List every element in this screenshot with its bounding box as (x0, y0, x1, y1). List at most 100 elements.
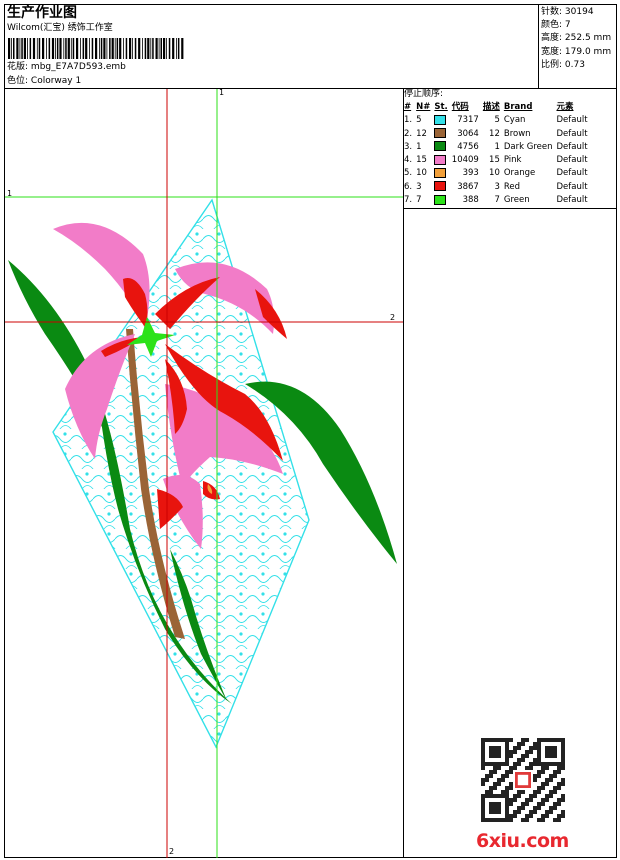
col-description: 描述 (482, 102, 500, 112)
horizontal-guide-red-label: 2 (390, 313, 396, 322)
stat-width: 宽度: 179.0 mm (541, 46, 612, 57)
row-brand: Default (556, 128, 588, 139)
row-swatch (432, 167, 449, 180)
row-code: 10 (489, 168, 500, 179)
stats-divider (538, 4, 539, 88)
row-code: 3 (494, 181, 500, 192)
row-stitches: 4756 (457, 141, 479, 152)
table-row: 7. 7 388 7 Green Default (402, 194, 594, 207)
table-row: 4. 15 10409 15 Pink Default (402, 154, 594, 167)
row-code: 1 (494, 141, 500, 152)
row-order: 7. (404, 195, 413, 206)
row-brand: Default (556, 195, 588, 206)
design-file-name: mbg_E7A7D593.emb (30, 62, 126, 72)
stop-sequence-table: # N# St. 代码 描述 Brand 元素 1. 5 7317 5 Cyan Defa… (402, 101, 594, 207)
row-needle: 3 (416, 181, 422, 192)
row-swatch (432, 194, 449, 207)
row-code: 7 (494, 195, 500, 206)
row-brand: Default (556, 168, 588, 179)
legend-bottom-divider (403, 208, 617, 209)
table-row: 3. 1 4756 1 Dark Green Default (402, 141, 594, 154)
row-swatch (432, 181, 449, 194)
row-code: 12 (489, 128, 500, 139)
table-header-row: # N# St. 代码 描述 Brand 元素 (402, 101, 594, 114)
row-element (590, 114, 594, 127)
row-description: Red (503, 181, 521, 192)
row-code: 5 (494, 115, 500, 126)
colorway-row: 色位: Colorway 1 (7, 77, 81, 86)
col-element: 元素 (556, 102, 574, 112)
row-brand: Default (556, 115, 588, 126)
row-order: 6. (404, 181, 413, 192)
row-description: Pink (503, 155, 522, 166)
software-subtitle: Wilcom(汇宝) 绣饰工作室 (7, 23, 113, 33)
row-order: 4. (404, 155, 413, 166)
color-swatch (434, 181, 447, 192)
col-needle: N# (416, 102, 431, 112)
page-title: 生产作业图 (7, 5, 77, 21)
row-swatch (432, 128, 449, 141)
row-stitches: 10409 (451, 155, 479, 166)
design-file-row: 花版: mbg_E7A7D593.emb (7, 63, 126, 72)
col-code: 代码 (451, 102, 469, 112)
embroidery-design (5, 89, 403, 858)
qr-code (481, 738, 565, 822)
watermark-logo: 6xiu.com (476, 830, 569, 852)
stop-sequence-title: 停止顺序: (404, 89, 444, 99)
stat-colors: 颜色: 7 (541, 20, 571, 31)
row-brand: Default (556, 155, 588, 166)
row-brand: Default (556, 181, 588, 192)
design-file-label: 花版: (7, 62, 29, 72)
row-element (590, 194, 594, 207)
row-description: Dark Green (503, 141, 553, 152)
stat-height: 高度: 252.5 mm (541, 33, 612, 44)
table-row: 6. 3 3867 3 Red Default (402, 181, 594, 194)
stat-scale: 比例: 0.73 (541, 59, 585, 70)
row-order: 3. (404, 141, 413, 152)
row-stitches: 7317 (457, 115, 479, 126)
row-element (590, 181, 594, 194)
row-needle: 7 (416, 195, 422, 206)
vertical-guide-red-label: 2 (169, 847, 175, 856)
stat-stitches: 针数: 30194 (541, 7, 594, 17)
row-needle: 10 (416, 168, 427, 179)
col-stitches: St. (434, 102, 448, 112)
col-brand: Brand (503, 102, 533, 112)
vertical-guide-green-label: 1 (219, 88, 225, 97)
row-element (590, 154, 594, 167)
row-stitches: 3867 (457, 181, 479, 192)
row-element (590, 141, 594, 154)
row-element (590, 128, 594, 141)
row-element (590, 167, 594, 180)
row-needle: 5 (416, 115, 422, 126)
row-order: 5. (404, 168, 413, 179)
row-description: Cyan (503, 115, 526, 126)
row-description: Brown (503, 128, 531, 139)
row-needle: 12 (416, 128, 427, 139)
row-stitches: 3064 (457, 128, 479, 139)
table-row: 5. 10 393 10 Orange Default (402, 167, 594, 180)
color-swatch (434, 194, 447, 205)
row-order: 1. (404, 115, 413, 126)
color-swatch (434, 154, 447, 165)
row-swatch (432, 141, 449, 154)
colorway-name: Colorway 1 (30, 76, 82, 86)
color-swatch (434, 128, 447, 139)
color-swatch (434, 141, 447, 152)
color-swatch (434, 114, 447, 125)
row-description: Orange (503, 168, 536, 179)
barcode (8, 38, 184, 59)
row-swatch (432, 114, 449, 127)
col-order: # (404, 102, 412, 112)
row-description: Green (503, 195, 530, 206)
colorway-label: 色位: (7, 76, 29, 86)
stats-panel: 针数: 30194 颜色: 7 高度: 252.5 mm 宽度: 179.0 m… (541, 6, 611, 72)
row-stitches: 388 (462, 195, 479, 206)
row-code: 15 (489, 155, 500, 166)
table-row: 1. 5 7317 5 Cyan Default (402, 114, 594, 127)
row-order: 2. (404, 128, 413, 139)
row-needle: 1 (416, 141, 422, 152)
row-brand: Default (556, 141, 588, 152)
row-stitches: 393 (462, 168, 479, 179)
row-swatch (432, 154, 449, 167)
